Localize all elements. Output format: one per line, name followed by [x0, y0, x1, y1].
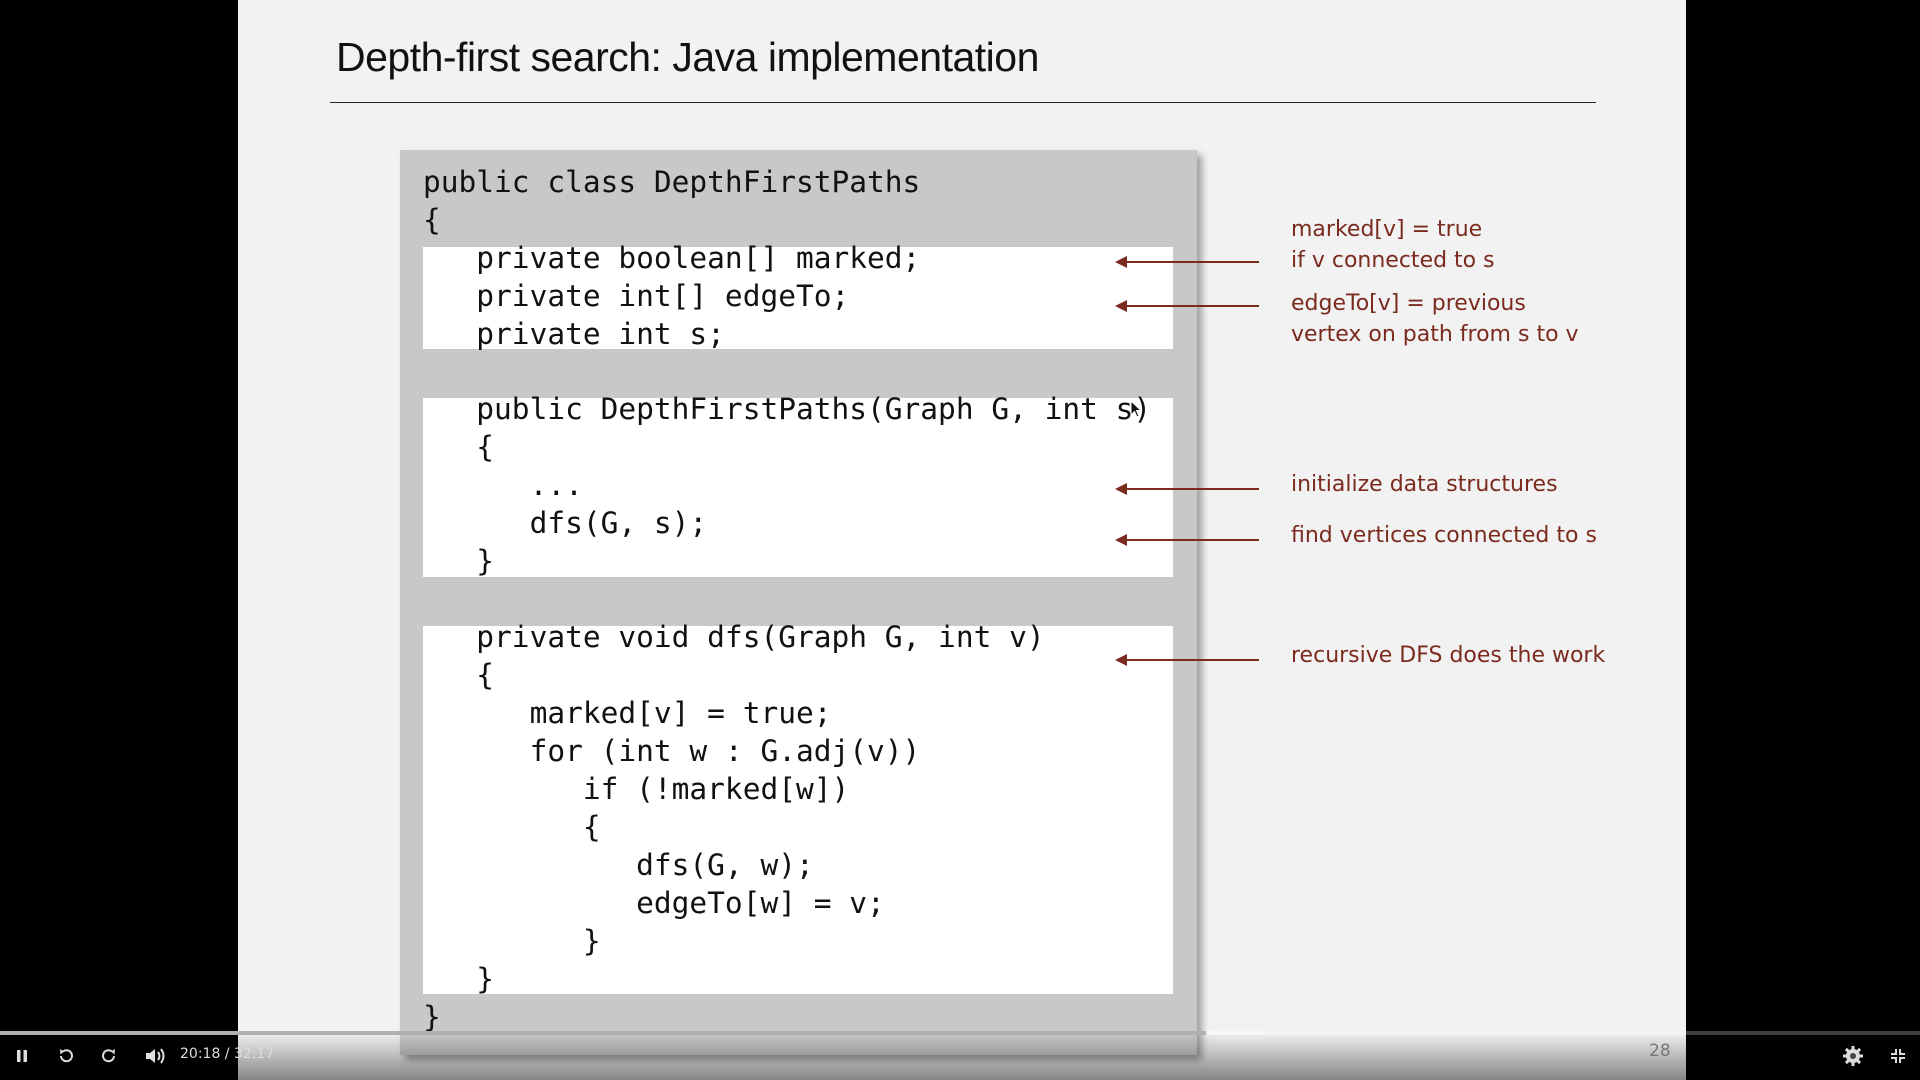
code-line: { — [423, 430, 495, 464]
rewind-icon[interactable] — [55, 1045, 77, 1067]
annotation-line: if v connected to s — [1291, 248, 1495, 273]
code-line: } — [423, 962, 495, 996]
code-line: { — [423, 658, 495, 692]
code-line: dfs(G, w); — [423, 848, 814, 882]
arrow-left-icon — [1115, 256, 1259, 268]
annotation-line: vertex on path from s to v — [1291, 322, 1579, 347]
annotation-marked: marked[v] = true if v connected to s — [1291, 214, 1495, 276]
code-line: } — [423, 924, 601, 958]
code-line: private boolean[] marked; — [423, 241, 921, 275]
title-divider — [330, 102, 1596, 103]
code-line: public DepthFirstPaths(Graph G, int s) — [423, 392, 1152, 426]
annotation-recursive: recursive DFS does the work — [1291, 643, 1606, 668]
mouse-cursor-icon — [1130, 400, 1143, 418]
volume-icon[interactable] — [143, 1045, 169, 1067]
code-line: private void dfs(Graph G, int v) — [423, 620, 1045, 654]
code-line: for (int w : G.adj(v)) — [423, 734, 921, 768]
code-line: { — [423, 810, 601, 844]
annotation-line: edgeTo[v] = previous — [1291, 291, 1526, 316]
slide-title: Depth-first search: Java implementation — [336, 34, 1039, 80]
annotation-edgeto: edgeTo[v] = previous vertex on path from… — [1291, 288, 1579, 350]
settings-gear-icon[interactable] — [1842, 1045, 1864, 1067]
annotation-find: find vertices connected to s — [1291, 523, 1597, 548]
code-block: public class DepthFirstPaths { private b… — [400, 150, 1197, 1055]
annotation-init: initialize data structures — [1291, 472, 1558, 497]
pause-icon[interactable] — [11, 1045, 33, 1067]
exit-fullscreen-icon[interactable] — [1887, 1045, 1909, 1067]
player-controls-bar — [0, 1032, 1920, 1080]
progress-bar[interactable] — [0, 1031, 1920, 1035]
forward-icon[interactable] — [98, 1045, 120, 1067]
code-line: if (!marked[w]) — [423, 772, 850, 806]
arrow-left-icon — [1115, 534, 1259, 546]
arrow-left-icon — [1115, 300, 1259, 312]
slide-page-number: 28 — [1649, 1041, 1671, 1061]
annotation-line: marked[v] = true — [1291, 217, 1483, 242]
code-line: public class DepthFirstPaths — [423, 165, 921, 199]
code-line: dfs(G, s); — [423, 506, 708, 540]
code-line: ... — [423, 468, 583, 502]
arrow-left-icon — [1115, 654, 1259, 666]
arrow-left-icon — [1115, 483, 1259, 495]
slide: Depth-first search: Java implementation … — [238, 0, 1686, 1080]
code-line: } — [423, 544, 495, 578]
playback-time: 20:18 / 32:17 — [180, 1046, 275, 1062]
code-line: private int s; — [423, 317, 725, 351]
code-line: edgeTo[w] = v; — [423, 886, 885, 920]
code-line: private int[] edgeTo; — [423, 279, 850, 313]
code-line: marked[v] = true; — [423, 696, 832, 730]
code-line: { — [423, 203, 441, 237]
progress-played — [0, 1031, 1206, 1035]
